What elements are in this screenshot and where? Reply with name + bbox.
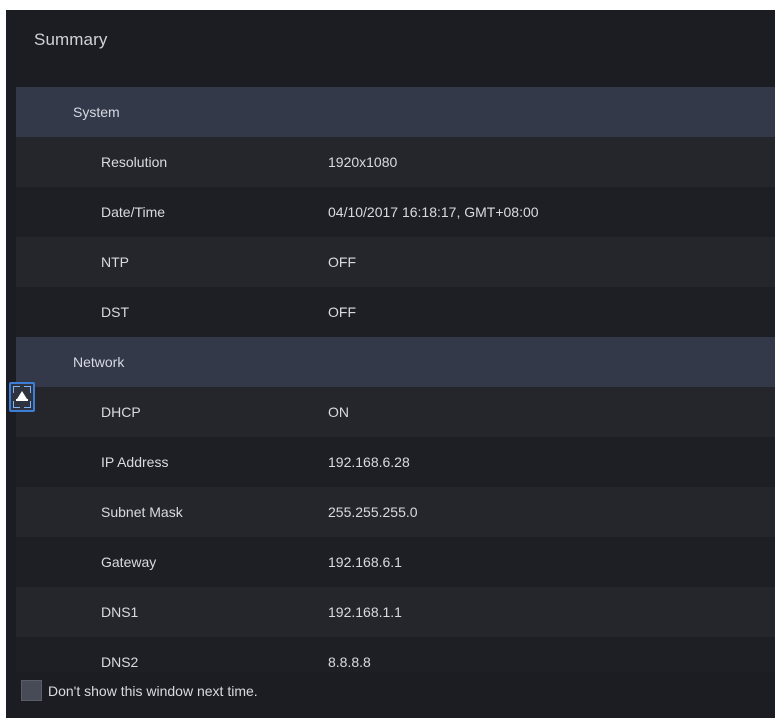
row-value: 255.255.255.0 [328,504,418,520]
row-label: IP Address [101,454,169,470]
table-row: Resolution 1920x1080 [16,137,775,187]
section-label: Network [73,354,125,370]
table-row: Gateway 192.168.6.1 [16,537,775,587]
row-value: 1920x1080 [328,154,398,170]
row-label: NTP [101,254,129,270]
row-value: 8.8.8.8 [328,654,371,670]
row-value: OFF [328,304,356,320]
row-value: 192.168.6.28 [328,454,410,470]
row-value: ON [328,404,349,420]
table-row: DST OFF [16,287,775,337]
dont-show-again-label[interactable]: Don't show this window next time. [48,683,258,699]
scroll-to-top-icon[interactable] [9,382,35,412]
dont-show-again-option[interactable]: Don't show this window next time. [21,680,258,701]
table-row: DHCP ON [16,387,775,437]
table-row: DNS2 8.8.8.8 [16,637,775,672]
row-value: 192.168.1.1 [328,604,402,620]
dont-show-again-checkbox[interactable] [21,680,42,701]
row-value: 192.168.6.1 [328,554,402,570]
table-row: Subnet Mask 255.255.255.0 [16,487,775,537]
row-label: Resolution [101,154,168,170]
row-label: DST [101,304,129,320]
row-label: DNS2 [101,654,139,670]
row-label: Subnet Mask [101,504,183,520]
table-row: NTP OFF [16,237,775,287]
section-header-system: System [16,87,775,137]
table-row: IP Address 192.168.6.28 [16,437,775,487]
table-row: Date/Time 04/10/2017 16:18:17, GMT+08:00 [16,187,775,237]
section-header-network: Network [16,337,775,387]
arrow-up-icon [17,391,27,399]
row-label: Gateway [101,554,157,570]
row-label: DNS1 [101,604,139,620]
summary-list[interactable]: System Resolution 1920x1080 Date/Time 04… [16,87,775,672]
summary-window: Summary System Resolution 1920x1080 Date… [6,10,775,718]
window-title: Summary [34,30,108,49]
row-value: 04/10/2017 16:18:17, GMT+08:00 [328,204,539,220]
row-label: Date/Time [101,204,166,220]
row-value: OFF [328,254,356,270]
row-label: DHCP [101,404,141,420]
table-row: DNS1 192.168.1.1 [16,587,775,637]
section-label: System [73,104,120,120]
